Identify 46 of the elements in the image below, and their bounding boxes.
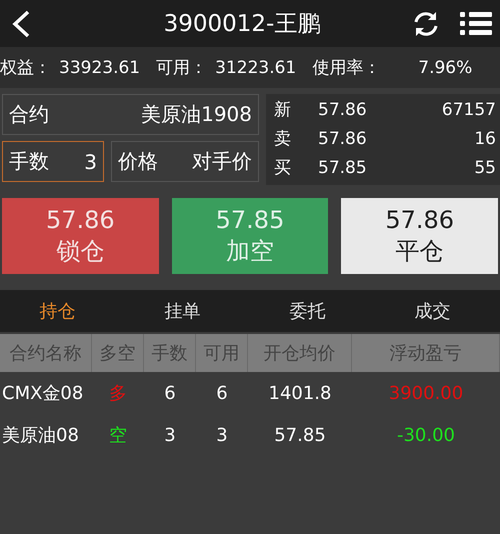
table-cell-text: 1401.8 bbox=[268, 382, 332, 406]
account-value: 31223.61 bbox=[215, 58, 296, 78]
column-header: 手数 bbox=[144, 334, 196, 372]
menu-icon[interactable] bbox=[460, 10, 492, 36]
tab[interactable]: 挂单 bbox=[125, 290, 250, 332]
table-cell-text: 57.85 bbox=[273, 424, 327, 448]
table-cell-text: 6 bbox=[163, 382, 177, 406]
quote-price: 57.86 bbox=[318, 128, 368, 151]
table-cell-text: CMX金08 bbox=[1, 382, 84, 406]
quote-label: 卖 bbox=[274, 128, 292, 151]
table-cell-text: 多 bbox=[108, 382, 128, 406]
table-cell-text: 3 bbox=[215, 424, 229, 448]
trade-button[interactable]: 57.86 锁仓 bbox=[2, 198, 159, 274]
table-cell-text: 空 bbox=[108, 424, 128, 448]
table-cell-text: 3900.00 bbox=[388, 382, 464, 406]
quote-label: 新 bbox=[274, 99, 292, 122]
column-header: 浮动盈亏 bbox=[352, 334, 500, 372]
quote-volume: 67157 bbox=[442, 99, 496, 122]
quote-price: 57.85 bbox=[318, 157, 368, 180]
column-header: 合约名称 bbox=[0, 334, 92, 372]
window-title: 3900012-王鹏 bbox=[162, 10, 322, 39]
column-header: 开仓均价 bbox=[248, 334, 352, 372]
account-label: 使用率： bbox=[312, 57, 380, 79]
refresh-icon[interactable] bbox=[412, 10, 440, 38]
quote-label: 买 bbox=[274, 157, 292, 180]
tab[interactable]: 委托 bbox=[250, 290, 375, 332]
back-icon[interactable] bbox=[10, 8, 32, 38]
account-label: 权益： bbox=[0, 57, 51, 79]
table-cell-text: -30.00 bbox=[396, 424, 456, 448]
account-label: 可用： bbox=[156, 57, 208, 79]
table-cell-text: 美原油08 bbox=[1, 424, 80, 448]
trade-button[interactable]: 57.86 平仓 bbox=[341, 198, 498, 274]
price-field[interactable]: 价格 对手价 bbox=[111, 141, 259, 182]
tab[interactable]: 成交 bbox=[375, 290, 500, 332]
account-value: 7.96% bbox=[418, 58, 472, 78]
quote-volume: 55 bbox=[473, 157, 496, 180]
account-value: 33923.61 bbox=[59, 58, 140, 78]
lots-field[interactable]: 手数 3 bbox=[2, 141, 104, 182]
quote-volume: 16 bbox=[473, 128, 496, 151]
column-header: 多空 bbox=[92, 334, 144, 372]
column-header: 可用 bbox=[196, 334, 248, 372]
table-cell-text: 3 bbox=[163, 424, 177, 448]
table-cell-text: 6 bbox=[215, 382, 229, 406]
quote-price: 57.86 bbox=[318, 99, 368, 122]
contract-field[interactable]: 合约 美原油1908 bbox=[2, 94, 259, 135]
tab[interactable]: 持仓 bbox=[0, 290, 125, 332]
